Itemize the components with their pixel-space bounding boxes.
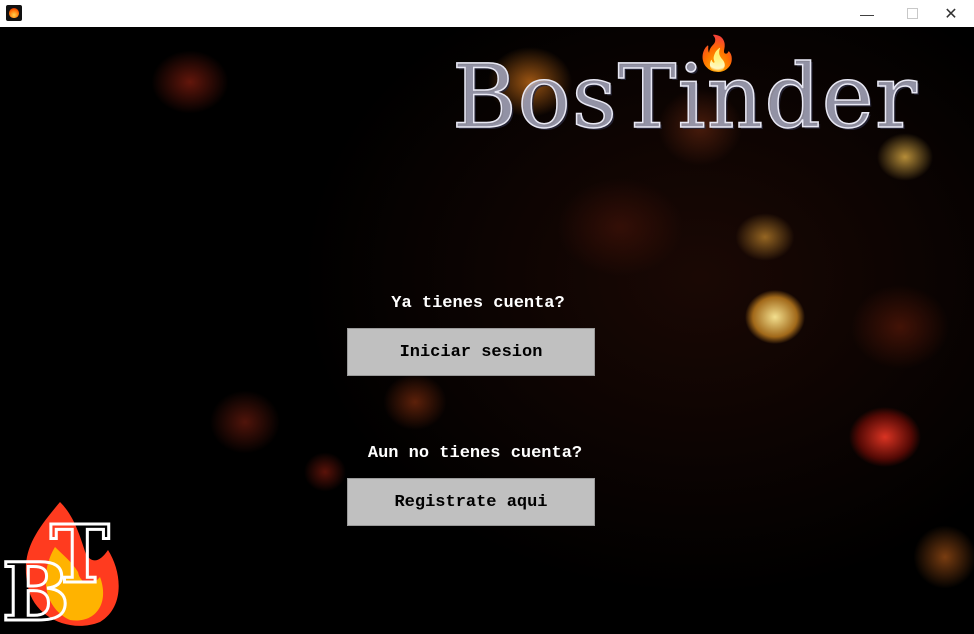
login-button[interactable]: Iniciar sesion — [347, 328, 595, 376]
minimize-button[interactable]: — — [844, 0, 890, 27]
maximize-icon — [906, 8, 918, 19]
app-flame-icon — [6, 5, 22, 21]
login-prompt: Ya tienes cuenta? — [391, 294, 565, 313]
flame-icon: 🔥 — [696, 35, 739, 73]
bt-monogram-logo: B T — [1, 502, 119, 634]
app-window: — ✕ BosTinder 🔥 Ya tienes cuenta? Inicia… — [0, 0, 974, 634]
register-prompt: Aun no tienes cuenta? — [367, 444, 583, 463]
logo-t-letter: T — [50, 507, 110, 601]
register-button[interactable]: Registrate aqui — [347, 478, 595, 526]
title-bar: — ✕ — [0, 0, 974, 27]
main-screen: BosTinder 🔥 Ya tienes cuenta? Iniciar se… — [0, 27, 974, 634]
close-button[interactable]: ✕ — [928, 0, 974, 27]
